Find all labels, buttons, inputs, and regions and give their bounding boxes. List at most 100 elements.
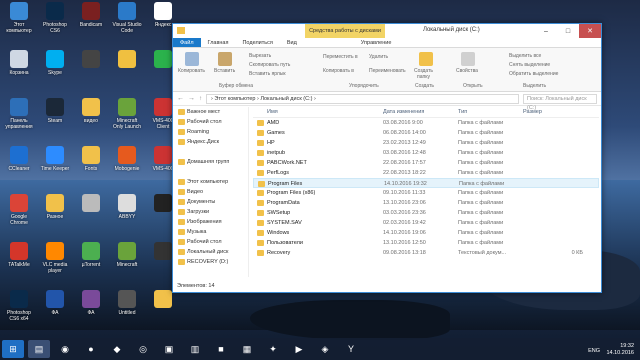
desktop-icon[interactable]: Minecraft [110, 242, 144, 268]
taskbar-app[interactable]: ◈ [314, 340, 336, 358]
nav-item[interactable]: Документы [173, 197, 248, 207]
taskbar-chrome[interactable]: ◎ [132, 340, 154, 358]
select-none-button[interactable]: Снять выделение [509, 62, 550, 68]
nav-item[interactable]: Рабочий стол [173, 237, 248, 247]
delete-button[interactable]: Удалить [369, 54, 388, 60]
taskbar-app[interactable]: ◆ [106, 340, 128, 358]
desktop-icon[interactable]: Fonts [74, 146, 108, 172]
nav-item[interactable]: Рабочий стол [173, 117, 248, 127]
desktop-icon[interactable]: ABBYY [110, 194, 144, 220]
desktop-icon[interactable]: Этот компьютер [2, 2, 36, 34]
taskbar-app[interactable]: ● [80, 340, 102, 358]
invert-selection-button[interactable]: Обратить выделение [509, 71, 558, 77]
paste-button[interactable]: Вставить [214, 68, 235, 74]
file-row[interactable]: Program Files (x86) 09.10.2016 11:33 Папка… [253, 188, 599, 198]
file-row[interactable]: AMD 03.08.2016 9:00 Папка с файлами [253, 118, 599, 128]
file-row[interactable]: PABCWork.NET 22.08.2016 17:57 Папка с файл… [253, 158, 599, 168]
nav-item[interactable]: Важное мест [173, 107, 248, 117]
desktop-icon[interactable]: VLC media player [38, 242, 72, 274]
desktop-icon[interactable] [74, 194, 108, 214]
copy-to-button[interactable]: Копировать в [323, 68, 354, 74]
desktop-icon[interactable]: Skype [38, 50, 72, 76]
address-bar[interactable]: › Этот компьютер › Локальный диск (C:) › [206, 93, 519, 104]
taskbar-app[interactable]: ◉ [54, 340, 76, 358]
taskbar-explorer[interactable]: ▤ [28, 340, 50, 358]
nav-item[interactable]: Загрузки [173, 207, 248, 217]
nav-item[interactable]: Roaming [173, 127, 248, 137]
desktop-icon[interactable] [110, 50, 144, 70]
file-row[interactable]: SWSetup 03.03.2016 23:36 Папка с файлами [253, 208, 599, 218]
paste-shortcut-button[interactable]: Вставить ярлык [249, 71, 286, 77]
desktop-icon[interactable]: ФА [74, 290, 108, 316]
nav-item[interactable]: Домашняя групп [173, 157, 248, 167]
file-row[interactable]: Program Files 14.10.2016 19:32 Папка с фай… [253, 178, 599, 188]
desktop-icon[interactable]: ФА [38, 290, 72, 316]
taskbar-app[interactable]: ▣ [158, 340, 180, 358]
copy-path-button[interactable]: Скопировать путь [249, 62, 290, 68]
desktop-icon[interactable]: Untitled [110, 290, 144, 316]
forward-icon[interactable]: → [188, 95, 195, 102]
file-row[interactable]: PerfLogs 22.08.2013 18:22 Папка с файлами [253, 168, 599, 178]
desktop-icon[interactable]: Google Chrome [2, 194, 36, 226]
copy-button[interactable]: Копировать [178, 68, 205, 74]
maximize-button[interactable]: □ [557, 24, 579, 38]
desktop-icon[interactable]: видео [74, 98, 108, 124]
nav-item[interactable] [173, 167, 248, 177]
file-row[interactable]: Games 06.08.2016 14:00 Папка с файлами [253, 128, 599, 138]
file-row[interactable]: Пользователи 13.10.2016 12:50 Папка с файл… [253, 238, 599, 248]
up-icon[interactable]: ↑ [199, 96, 202, 102]
desktop-icon[interactable]: Steam [38, 98, 72, 124]
file-row[interactable]: Recovery 09.08.2016 13:18 Текстовый докум.… [253, 248, 599, 258]
nav-item[interactable]: Этот компьютер [173, 177, 248, 187]
close-button[interactable]: ✕ [579, 24, 601, 38]
taskbar-app[interactable]: ▶ [288, 340, 310, 358]
file-row[interactable]: SYSTEM.SAV 02.03.2016 19:42 Папка с файлам… [253, 218, 599, 228]
file-row[interactable]: HP 23.02.2013 12:49 Папка с файлами [253, 138, 599, 148]
select-all-button[interactable]: Выделить все [509, 53, 541, 59]
nav-item[interactable]: Музыка [173, 227, 248, 237]
taskbar-app[interactable]: ▦ [236, 340, 258, 358]
desktop-icon[interactable]: Photoshop CS6 [38, 2, 72, 34]
taskbar-app[interactable]: ▥ [184, 340, 206, 358]
nav-item[interactable]: Изображения [173, 217, 248, 227]
nav-item[interactable]: Видео [173, 187, 248, 197]
nav-item[interactable]: Локальный диск [173, 247, 248, 257]
desktop-icon[interactable] [146, 290, 180, 310]
tab-share[interactable]: Поделиться [235, 38, 279, 47]
rename-button[interactable]: Переименовать [369, 68, 406, 74]
move-to-button[interactable]: Переместить в [323, 54, 358, 60]
file-row[interactable]: inetpub 03.08.2016 12:48 Папка с файлами [253, 148, 599, 158]
desktop-icon[interactable]: Minecraft Only Launch [110, 98, 144, 130]
tab-view[interactable]: Вид [280, 38, 304, 47]
taskbar-yandex[interactable]: Y [340, 340, 362, 358]
taskbar-app[interactable]: ✦ [262, 340, 284, 358]
nav-item[interactable]: Яндекс.Диск [173, 137, 248, 147]
tab-home[interactable]: Главная [201, 38, 236, 47]
tab-manage[interactable]: Управление [354, 38, 399, 47]
desktop-icon[interactable]: Bandicam [74, 2, 108, 28]
clock[interactable]: 19:32 14.10.2016 [606, 343, 634, 357]
column-date[interactable]: Дата изменения [383, 107, 458, 117]
taskbar-app[interactable]: ■ [210, 340, 232, 358]
desktop-icon[interactable]: CCleaner [2, 146, 36, 172]
column-type[interactable]: Тип [458, 107, 523, 117]
desktop-icon[interactable]: Photoshop CS6 x64 [2, 290, 36, 322]
tab-file[interactable]: Файл [173, 38, 201, 47]
search-input[interactable]: Поиск: Локальный диск (C:) [523, 93, 597, 111]
desktop-icon[interactable]: Панель управления [2, 98, 36, 130]
desktop-icon[interactable] [74, 50, 108, 70]
column-name[interactable]: Имя [253, 107, 383, 117]
desktop-icon[interactable]: Visual Studio Code [110, 2, 144, 34]
nav-item[interactable] [173, 147, 248, 157]
file-row[interactable]: Windows 14.10.2016 19:06 Папка с файлами [253, 228, 599, 238]
minimize-button[interactable]: – [535, 24, 557, 38]
desktop-icon[interactable]: µTorrent [74, 242, 108, 268]
nav-item[interactable]: RECOVERY (D:) [173, 257, 248, 267]
desktop-icon[interactable]: TATalkMe [2, 242, 36, 268]
back-icon[interactable]: ← [177, 95, 184, 102]
file-row[interactable]: ProgramData 13.10.2016 23:06 Папка с файла… [253, 198, 599, 208]
column-size[interactable]: Размер [523, 107, 583, 117]
new-folder-button[interactable]: Создать папку [414, 68, 433, 80]
cut-button[interactable]: Вырезать [249, 53, 271, 59]
desktop-icon[interactable]: Time Keeper [38, 146, 72, 172]
